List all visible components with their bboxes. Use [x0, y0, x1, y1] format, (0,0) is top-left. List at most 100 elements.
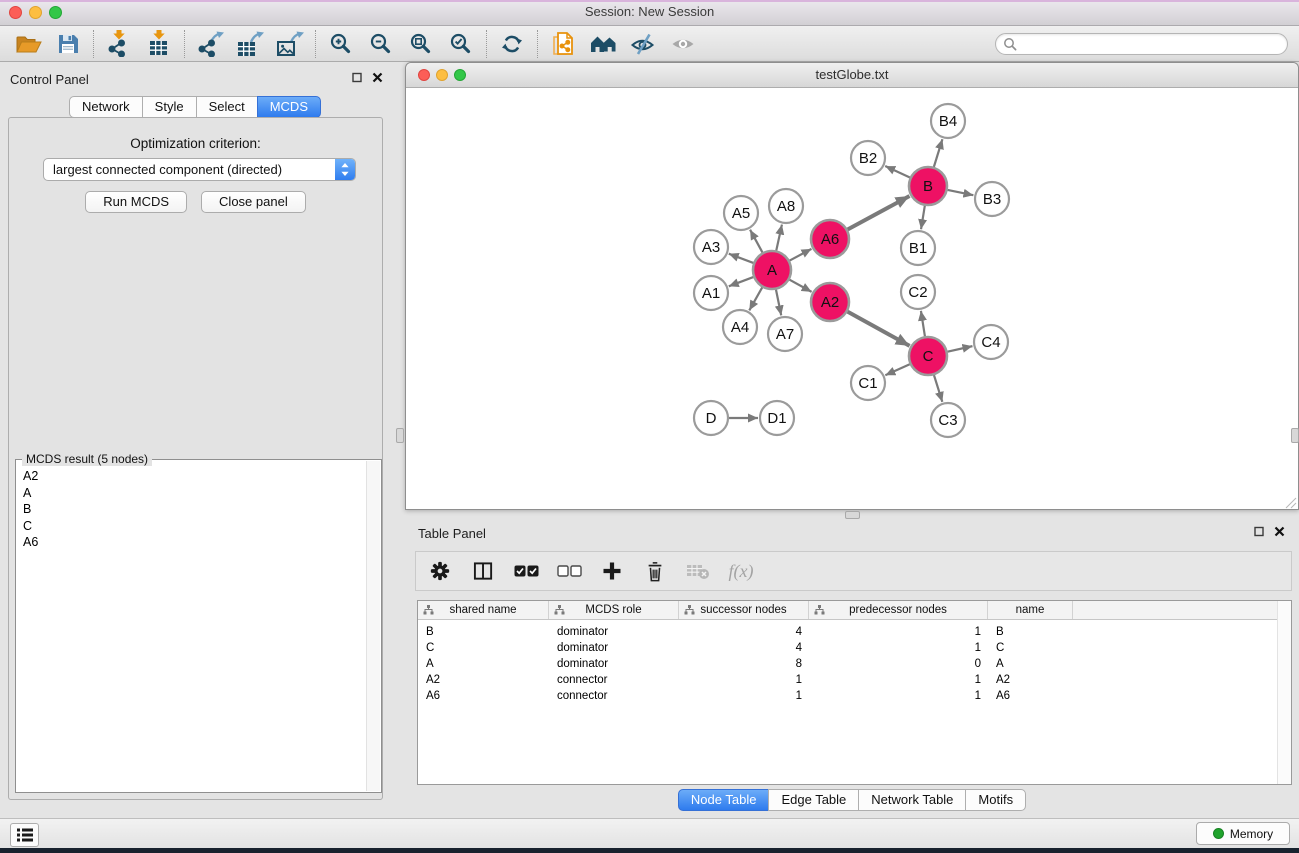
- zoom-selected-button[interactable]: [441, 29, 481, 59]
- result-scrollbar[interactable]: [366, 461, 380, 791]
- graph-edge-C-C1[interactable]: [885, 364, 909, 375]
- network-canvas[interactable]: AA1A2A3A4A5A6A7A8BB1B2B3B4CC1C2C3C4DD1: [406, 88, 1298, 510]
- tab-select[interactable]: Select: [196, 96, 258, 118]
- graph-edge-A-A1[interactable]: [729, 277, 754, 286]
- tab-network[interactable]: Network: [69, 96, 143, 118]
- graph-node-C3[interactable]: C3: [931, 403, 965, 437]
- graph-node-B1[interactable]: B1: [901, 231, 935, 265]
- result-item[interactable]: C: [23, 518, 381, 535]
- graph-node-B[interactable]: B: [909, 167, 947, 205]
- memory-button[interactable]: Memory: [1196, 822, 1290, 845]
- result-item[interactable]: A: [23, 485, 381, 502]
- close-panel-icon[interactable]: [1274, 526, 1285, 537]
- graph-node-C1[interactable]: C1: [851, 366, 885, 400]
- tab-edge-table[interactable]: Edge Table: [768, 789, 859, 811]
- graph-edge-B-B2[interactable]: [885, 166, 910, 178]
- import-network-button[interactable]: [99, 29, 139, 59]
- graph-edge-B-B1[interactable]: [921, 206, 925, 229]
- graph-edge-C-C2[interactable]: [921, 311, 925, 336]
- graph-edge-A-A6[interactable]: [790, 249, 812, 261]
- open-session-button[interactable]: [8, 29, 48, 59]
- import-table-button[interactable]: [139, 29, 179, 59]
- graph-node-A4[interactable]: A4: [723, 310, 757, 344]
- graph-node-B4[interactable]: B4: [931, 104, 965, 138]
- tab-motifs[interactable]: Motifs: [965, 789, 1026, 811]
- hide-graphics-details-button[interactable]: [623, 29, 663, 59]
- tab-style[interactable]: Style: [142, 96, 197, 118]
- refresh-layout-button[interactable]: [492, 29, 532, 59]
- graph-edge-C-C3[interactable]: [934, 375, 942, 402]
- table-row[interactable]: Cdominator41C: [418, 640, 1291, 656]
- result-item[interactable]: A6: [23, 534, 381, 551]
- graph-edge-A-A5[interactable]: [750, 230, 762, 253]
- graph-node-B2[interactable]: B2: [851, 141, 885, 175]
- right-splitter-grip[interactable]: [1291, 428, 1299, 443]
- tab-network-table[interactable]: Network Table: [858, 789, 966, 811]
- graph-edge-C-C4[interactable]: [948, 346, 973, 352]
- graph-node-D[interactable]: D: [694, 401, 728, 435]
- graph-edge-A-A8[interactable]: [776, 225, 782, 251]
- network-window-titlebar[interactable]: testGlobe.txt: [406, 63, 1298, 88]
- graph-node-C2[interactable]: C2: [901, 275, 935, 309]
- float-panel-icon[interactable]: [352, 72, 363, 83]
- table-settings-button[interactable]: [426, 556, 454, 586]
- zoom-fit-button[interactable]: [401, 29, 441, 59]
- delete-columns-button[interactable]: [641, 556, 669, 586]
- graph-node-A5[interactable]: A5: [724, 196, 758, 230]
- graph-node-A2[interactable]: A2: [811, 283, 849, 321]
- export-table-button[interactable]: [230, 29, 270, 59]
- new-network-from-selection-button[interactable]: [543, 29, 583, 59]
- result-item[interactable]: A2: [23, 468, 381, 485]
- tab-node-table[interactable]: Node Table: [678, 789, 770, 811]
- graph-node-B3[interactable]: B3: [975, 182, 1009, 216]
- graph-edge-A-A3[interactable]: [729, 254, 754, 263]
- graph-node-A7[interactable]: A7: [768, 317, 802, 351]
- task-history-button[interactable]: [10, 823, 39, 847]
- save-session-button[interactable]: [48, 29, 88, 59]
- graph-edge-A-A7[interactable]: [776, 290, 781, 316]
- search-input[interactable]: [1017, 34, 1287, 54]
- column-header-shared-name[interactable]: shared name: [418, 601, 549, 619]
- graph-edge-A2-C[interactable]: [848, 312, 910, 346]
- graph-node-C4[interactable]: C4: [974, 325, 1008, 359]
- graph-edge-A6-B[interactable]: [848, 196, 910, 229]
- graph-edge-B-B3[interactable]: [948, 190, 974, 195]
- float-panel-icon[interactable]: [1254, 526, 1265, 537]
- close-panel-button[interactable]: Close panel: [201, 191, 306, 213]
- window-resize-grip[interactable]: [1285, 497, 1297, 509]
- close-panel-icon[interactable]: [372, 72, 383, 83]
- select-all-columns-button[interactable]: [512, 556, 540, 586]
- export-image-button[interactable]: [270, 29, 310, 59]
- table-row[interactable]: A2connector11A2: [418, 672, 1291, 688]
- optimization-criterion-select[interactable]: largest connected component (directed): [43, 158, 356, 181]
- table-scrollbar[interactable]: [1277, 601, 1291, 784]
- run-mcds-button[interactable]: Run MCDS: [85, 191, 187, 213]
- zoom-in-button[interactable]: [321, 29, 361, 59]
- table-row[interactable]: Adominator80A: [418, 656, 1291, 672]
- column-header-MCDS-role[interactable]: MCDS role: [549, 601, 679, 619]
- unselect-all-columns-button[interactable]: [555, 556, 583, 586]
- graph-node-A[interactable]: A: [753, 251, 791, 289]
- graph-edge-B-B4[interactable]: [934, 139, 943, 167]
- graph-node-C[interactable]: C: [909, 337, 947, 375]
- graph-node-A3[interactable]: A3: [694, 230, 728, 264]
- graph-node-D1[interactable]: D1: [760, 401, 794, 435]
- graph-node-A6[interactable]: A6: [811, 220, 849, 258]
- result-item[interactable]: B: [23, 501, 381, 518]
- graph-edge-A-A2[interactable]: [790, 280, 812, 292]
- function-builder-button[interactable]: f(x): [727, 556, 755, 586]
- create-new-column-button[interactable]: [598, 556, 626, 586]
- left-splitter-grip[interactable]: [396, 428, 404, 443]
- show-graphics-details-button[interactable]: [663, 29, 703, 59]
- table-row[interactable]: Bdominator41B: [418, 624, 1291, 640]
- graph-edge-A-A4[interactable]: [749, 287, 762, 310]
- show-column-button[interactable]: [469, 556, 497, 586]
- show-all-panels-button[interactable]: [583, 29, 623, 59]
- table-row[interactable]: A6connector11A6: [418, 688, 1291, 704]
- tab-mcds[interactable]: MCDS: [257, 96, 321, 118]
- column-header-successor-nodes[interactable]: successor nodes: [679, 601, 809, 619]
- column-header-predecessor-nodes[interactable]: predecessor nodes: [809, 601, 988, 619]
- graph-node-A1[interactable]: A1: [694, 276, 728, 310]
- delete-table-button[interactable]: [684, 556, 712, 586]
- export-network-button[interactable]: [190, 29, 230, 59]
